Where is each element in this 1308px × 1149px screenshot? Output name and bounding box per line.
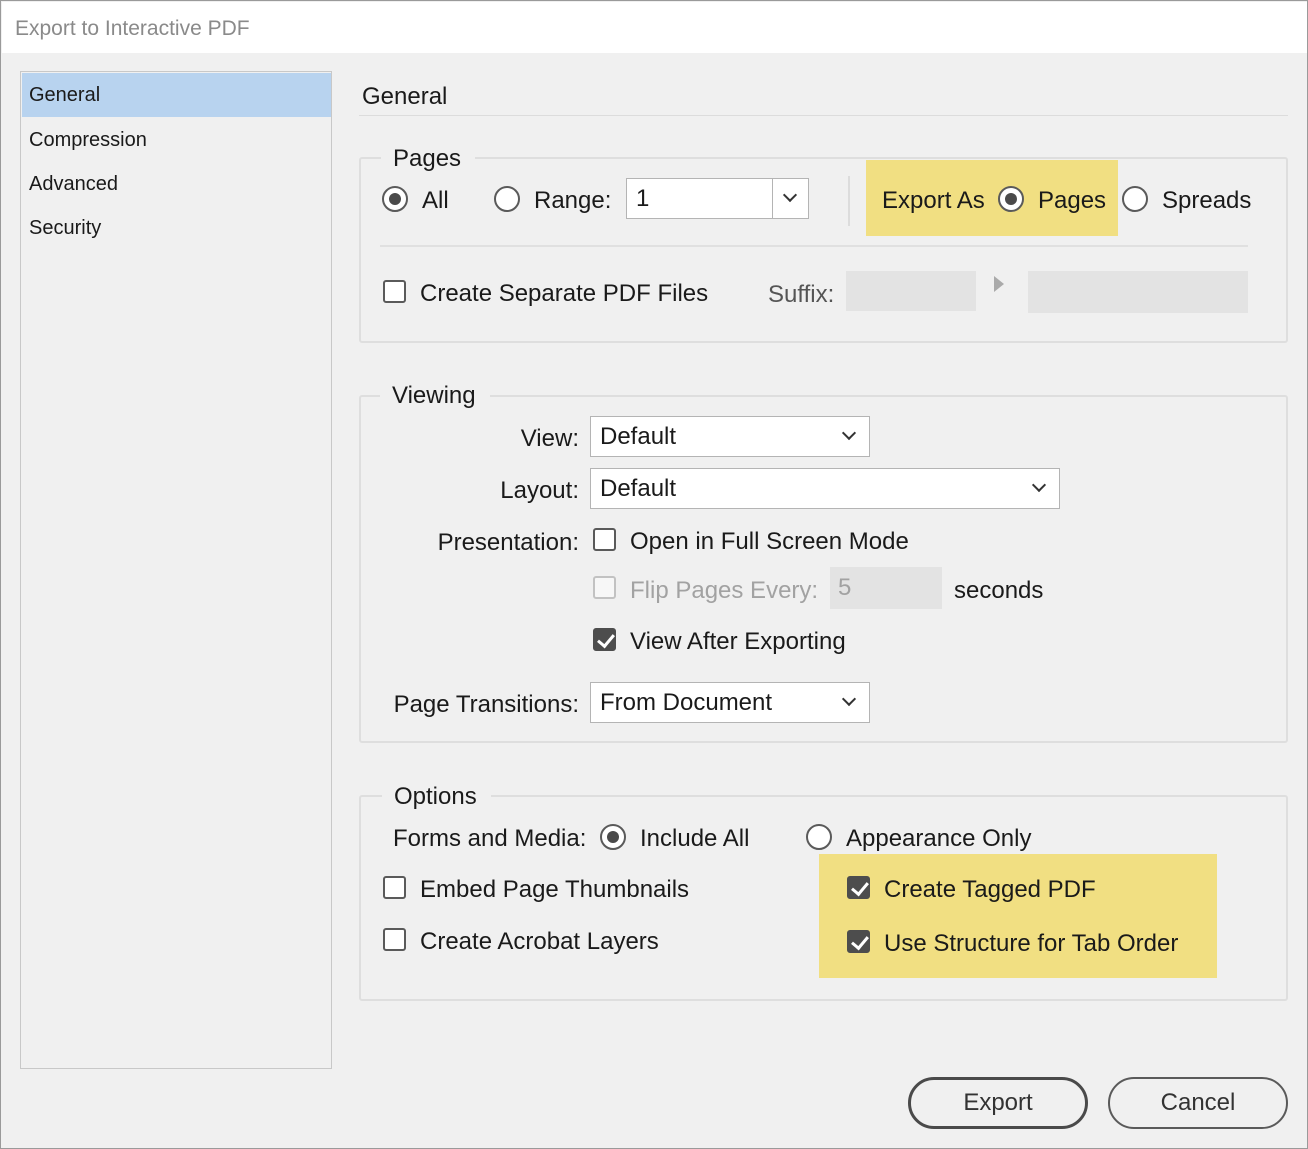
appearance-only-label: Appearance Only bbox=[846, 825, 1032, 852]
page-transitions-select[interactable]: From Document bbox=[590, 682, 870, 723]
sidebar-item-general[interactable]: General bbox=[22, 73, 331, 117]
view-after-checkbox[interactable] bbox=[593, 628, 616, 651]
pages-divider bbox=[380, 245, 1248, 247]
options-group-title: Options bbox=[382, 783, 491, 811]
embed-thumbnails-checkbox[interactable] bbox=[383, 876, 406, 899]
view-select[interactable]: Default bbox=[590, 416, 870, 457]
layout-label: Layout: bbox=[500, 477, 579, 504]
embed-thumbnails-label: Embed Page Thumbnails bbox=[420, 876, 690, 903]
view-label: View: bbox=[520, 425, 579, 452]
create-tagged-pdf-checkbox[interactable] bbox=[847, 876, 870, 899]
sidebar: General Compression Advanced Security bbox=[20, 71, 332, 1069]
acrobat-layers-checkbox[interactable] bbox=[383, 928, 406, 951]
viewing-group-title: Viewing bbox=[380, 382, 490, 410]
window-title: Export to Interactive PDF bbox=[15, 17, 250, 40]
export-dialog: Export to Interactive PDF General Compre… bbox=[0, 0, 1308, 1149]
forms-media-label: Forms and Media: bbox=[393, 825, 587, 852]
pages-all-label: All bbox=[422, 187, 449, 214]
suffix-preview-field bbox=[1028, 271, 1248, 313]
acrobat-layers-label: Create Acrobat Layers bbox=[420, 928, 659, 955]
range-combobox[interactable]: 1 bbox=[626, 178, 809, 219]
page-transitions-label: Page Transitions: bbox=[393, 691, 579, 718]
cancel-button[interactable]: Cancel bbox=[1108, 1077, 1288, 1129]
export-pages-radio[interactable] bbox=[998, 186, 1024, 212]
chevron-down-icon[interactable] bbox=[782, 187, 798, 203]
pages-range-label: Range: bbox=[534, 187, 612, 214]
view-after-label: View After Exporting bbox=[630, 628, 846, 655]
chevron-down-icon bbox=[1031, 477, 1047, 493]
export-spreads-radio[interactable] bbox=[1122, 186, 1148, 212]
create-tagged-pdf-label: Create Tagged PDF bbox=[884, 876, 1096, 903]
export-as-label: Export As bbox=[882, 187, 985, 214]
export-button[interactable]: Export bbox=[908, 1077, 1088, 1129]
sidebar-item-security[interactable]: Security bbox=[22, 206, 331, 250]
flip-seconds-value: 5 bbox=[838, 574, 852, 601]
title-divider bbox=[359, 115, 1288, 116]
title-bar: Export to Interactive PDF bbox=[2, 2, 1307, 53]
page-transitions-value: From Document bbox=[600, 689, 773, 716]
full-screen-label: Open in Full Screen Mode bbox=[630, 528, 909, 555]
tagged-options-highlight bbox=[819, 854, 1217, 978]
appearance-only-radio[interactable] bbox=[806, 824, 832, 850]
range-value: 1 bbox=[636, 185, 650, 212]
presentation-label: Presentation: bbox=[437, 529, 579, 556]
include-all-label: Include All bbox=[640, 825, 750, 852]
export-spreads-label: Spreads bbox=[1162, 187, 1252, 214]
create-separate-label: Create Separate PDF Files bbox=[420, 280, 709, 307]
flip-pages-checkbox[interactable] bbox=[593, 576, 616, 599]
seconds-label: seconds bbox=[954, 577, 1044, 604]
pages-all-radio[interactable] bbox=[382, 186, 408, 212]
chevron-down-icon bbox=[841, 691, 857, 707]
flip-seconds-field[interactable]: 5 bbox=[830, 567, 942, 609]
combobox-divider bbox=[772, 179, 773, 218]
tab-order-label: Use Structure for Tab Order bbox=[884, 930, 1179, 957]
page-title: General bbox=[362, 83, 448, 110]
layout-select[interactable]: Default bbox=[590, 468, 1060, 509]
flip-pages-label: Flip Pages Every: bbox=[630, 577, 819, 604]
pages-range-radio[interactable] bbox=[494, 186, 520, 212]
separator bbox=[848, 176, 850, 226]
view-value: Default bbox=[600, 423, 677, 450]
create-separate-checkbox[interactable] bbox=[383, 280, 406, 303]
suffix-field bbox=[846, 271, 976, 311]
layout-value: Default bbox=[600, 475, 677, 502]
chevron-down-icon bbox=[841, 425, 857, 441]
pages-group-title: Pages bbox=[381, 145, 476, 173]
sidebar-item-advanced[interactable]: Advanced bbox=[22, 162, 331, 206]
export-pages-label: Pages bbox=[1038, 187, 1107, 214]
full-screen-checkbox[interactable] bbox=[593, 528, 616, 551]
include-all-radio[interactable] bbox=[600, 824, 626, 850]
suffix-label: Suffix: bbox=[768, 281, 835, 308]
pages-group bbox=[359, 157, 1288, 343]
sidebar-item-compression[interactable]: Compression bbox=[22, 118, 331, 162]
arrow-right-icon bbox=[994, 276, 1004, 292]
tab-order-checkbox[interactable] bbox=[847, 930, 870, 953]
